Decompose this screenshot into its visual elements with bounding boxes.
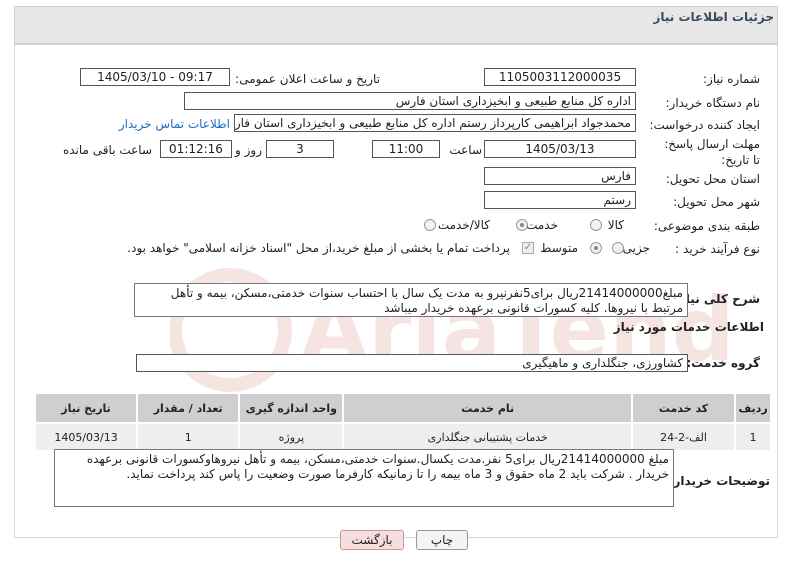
- cell-row: 1: [734, 422, 772, 452]
- category-option-mixed-label: کالا/خدمت: [437, 218, 490, 232]
- need-number-field: 1105003112000035: [484, 68, 636, 86]
- buyer-org-label: نام دستگاه خریدار:: [665, 96, 761, 110]
- process-option-minor-radio[interactable]: [612, 242, 624, 254]
- buyer-notes-textarea[interactable]: مبلغ 21414000000ریال برای5 نفر.مدت یکسال…: [54, 449, 674, 507]
- category-option-mixed-radio[interactable]: [424, 219, 436, 231]
- payment-checkbox[interactable]: ✓: [522, 242, 534, 254]
- province-field: فارس: [484, 167, 636, 185]
- payment-note: پرداخت تمام یا بخشی از مبلغ خرید،از محل …: [127, 241, 510, 255]
- category-option-service-label: خدمت: [526, 218, 558, 232]
- table-row: 1405/03/13 1 پروژه خدمات پشتیبانی جنگلدا…: [33, 422, 772, 452]
- category-option-service-radio[interactable]: [516, 219, 528, 231]
- deadline-date-field: 1405/03/13: [484, 140, 636, 158]
- service-group-label: گروه خدمت:: [686, 356, 760, 370]
- need-number-label: شماره نیاز:: [703, 72, 760, 86]
- creator-label: ایجاد کننده درخواست:: [649, 118, 760, 132]
- col-need-date: تاریخ نیاز: [33, 392, 139, 424]
- process-label: نوع فرآیند خرید :: [675, 242, 760, 256]
- announce-field: 1405/03/10 - 09:17: [80, 68, 230, 86]
- contact-info-link[interactable]: اطلاعات تماس خریدار: [119, 117, 230, 131]
- col-quantity: تعداد / مقدار: [136, 392, 241, 424]
- process-option-medium-label: متوسط: [540, 241, 578, 255]
- col-service-name: نام خدمت: [342, 392, 634, 424]
- col-service-code: کد خدمت: [631, 392, 737, 424]
- city-label: شهر محل تحویل:: [673, 195, 760, 209]
- print-button[interactable]: چاپ: [416, 530, 468, 550]
- service-group-field: کشاورزی، جنگلداری و ماهیگیری: [136, 354, 688, 372]
- category-option-goods-radio[interactable]: [590, 219, 602, 231]
- page-title: جزئیات اطلاعات نیاز: [653, 10, 774, 24]
- cell-quantity: 1: [136, 422, 241, 452]
- process-option-minor-label: جزیی: [622, 241, 650, 255]
- buyer-org-field: اداره کل منابع طبیعی و ابخیزداری استان ف…: [184, 92, 636, 110]
- col-row: ردیف: [734, 392, 772, 424]
- deadline-time-field: 11:00: [372, 140, 440, 158]
- services-table: تاریخ نیاز تعداد / مقدار واحد اندازه گیر…: [33, 392, 772, 452]
- summary-textarea[interactable]: مبلغ21414000000ریال برای5نفرنیرو به مدت …: [134, 283, 688, 317]
- announce-label: تاریخ و ساعت اعلان عمومی:: [235, 72, 380, 86]
- days-field: 3: [266, 140, 334, 158]
- category-label: طبقه بندی موضوعی:: [653, 219, 760, 233]
- process-option-medium-radio[interactable]: [590, 242, 602, 254]
- services-section-title: اطلاعات خدمات مورد نیاز: [613, 320, 764, 334]
- city-field: رستم: [484, 191, 636, 209]
- back-button[interactable]: بازگشت: [340, 530, 404, 550]
- services-table-header: تاریخ نیاز تعداد / مقدار واحد اندازه گیر…: [33, 392, 772, 424]
- creator-field: محمدجواد ابراهیمی کارپرداز رستم اداره کل…: [234, 114, 636, 132]
- cell-unit: پروژه: [238, 422, 345, 452]
- remaining-time-field: 01:12:16: [160, 140, 232, 158]
- cell-service-name: خدمات پشتیبانی جنگلداری: [342, 422, 634, 452]
- province-label: استان محل تحویل:: [665, 172, 760, 186]
- cell-need-date: 1405/03/13: [33, 422, 139, 452]
- time-label: ساعت: [449, 143, 482, 157]
- buyer-notes-label: توضیحات خریدار:: [668, 474, 770, 488]
- days-label: روز و: [235, 143, 262, 157]
- cell-service-code: الف-2-24: [631, 422, 737, 452]
- col-unit: واحد اندازه گیری: [238, 392, 345, 424]
- category-option-goods-label: کالا: [607, 218, 624, 232]
- deadline-label: مهلت ارسال پاسخ: تا تاریخ:: [664, 137, 760, 167]
- remaining-time-label: ساعت باقی مانده: [62, 143, 152, 157]
